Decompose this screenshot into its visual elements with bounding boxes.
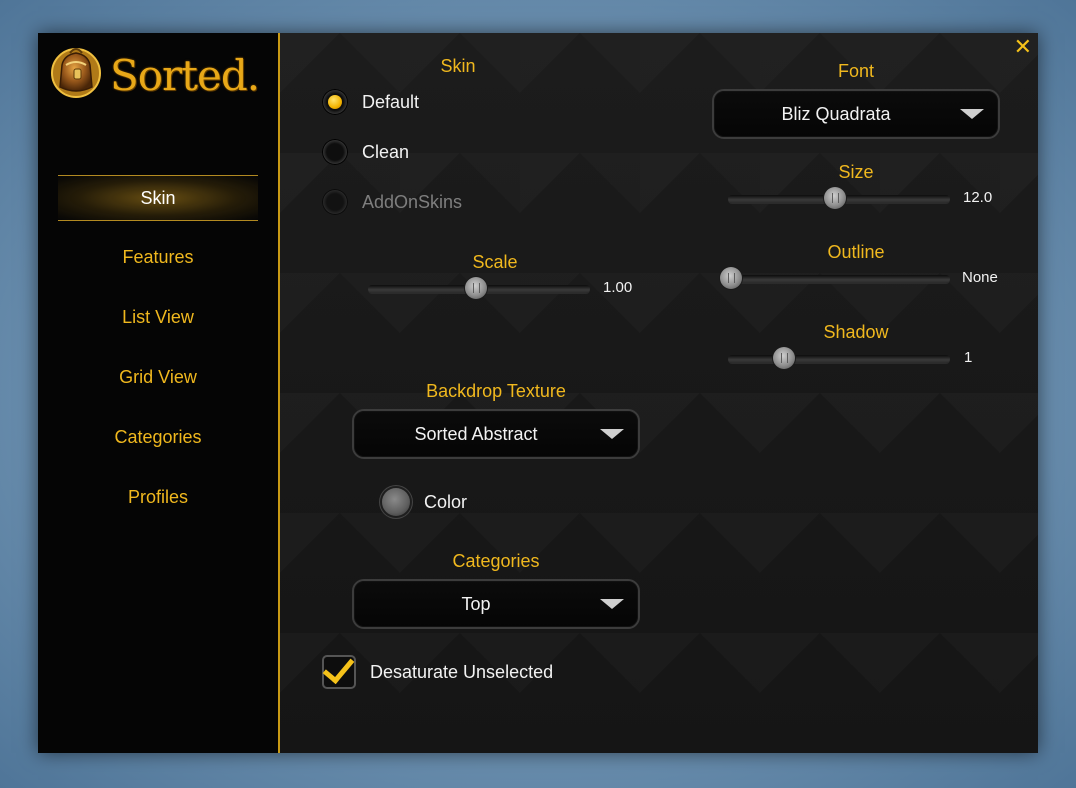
scale-label: Scale: [472, 252, 518, 272]
skin-option-label: Default: [362, 91, 420, 112]
shadow-slider-track[interactable]: [728, 355, 950, 363]
dropdown-value: Sorted Abstract: [414, 424, 538, 444]
logo-text: Sorted.: [110, 51, 260, 100]
outline-slider-thumb[interactable]: [720, 267, 742, 289]
outline-value: None: [962, 269, 998, 286]
desaturate-label: Desaturate Unselected: [370, 661, 554, 682]
radio-button[interactable]: [322, 139, 348, 165]
outline-slider-track[interactable]: [728, 275, 950, 283]
font-dropdown[interactable]: Bliz Quadrata: [712, 89, 1000, 139]
font-label: Font: [837, 61, 875, 81]
color-swatch[interactable]: [382, 488, 410, 516]
categories-dropdown[interactable]: Top: [352, 579, 640, 629]
skin-option-default[interactable]: Default: [322, 86, 419, 118]
chevron-down-icon: [960, 109, 984, 119]
dropdown-value: Top: [461, 594, 491, 614]
size-label: Size: [838, 162, 874, 182]
desaturate-unselected-checkbox[interactable]: Desaturate Unselected: [322, 650, 554, 690]
close-icon[interactable]: ✕: [1014, 35, 1032, 60]
checkmark-icon: [322, 650, 355, 685]
chevron-down-icon: [600, 429, 624, 439]
sidebar: Sorted. Skin Features List View Grid Vie…: [38, 33, 278, 753]
sidebar-item-list-view[interactable]: List View: [58, 295, 258, 339]
sidebar-item-features[interactable]: Features: [58, 235, 258, 279]
skin-option-clean[interactable]: Clean: [322, 136, 409, 168]
backdrop-texture-label: Backdrop Texture: [426, 381, 566, 401]
skin-title: Skin: [440, 56, 476, 76]
scale-value: 1.00: [603, 279, 633, 296]
sidebar-item-skin[interactable]: Skin: [58, 175, 258, 221]
categories-label: Categories: [452, 551, 540, 571]
app-logo: Sorted.: [50, 41, 260, 101]
chevron-down-icon: [600, 599, 624, 609]
skin-option-addonskins: AddOnSkins: [322, 186, 462, 218]
bag-icon: [51, 48, 101, 98]
outline-label: Outline: [827, 242, 885, 262]
shadow-label: Shadow: [823, 322, 889, 342]
skin-option-label: Clean: [362, 141, 410, 162]
main-panel: ✕ Skin Default Clean AddOnSkins Scale 1.…: [280, 33, 1038, 753]
settings-window: Sorted. Skin Features List View Grid Vie…: [38, 33, 1038, 753]
size-value: 12.0: [963, 189, 993, 206]
skin-option-label: AddOnSkins: [362, 191, 463, 212]
sidebar-item-grid-view[interactable]: Grid View: [58, 355, 258, 399]
scale-slider-thumb[interactable]: [465, 277, 487, 299]
shadow-slider-thumb[interactable]: [773, 347, 795, 369]
radio-button[interactable]: [322, 89, 348, 115]
checkbox[interactable]: [322, 650, 356, 689]
shadow-value: 1: [964, 349, 973, 366]
radio-button: [322, 189, 348, 215]
sidebar-item-categories[interactable]: Categories: [58, 415, 258, 459]
dropdown-value: Bliz Quadrata: [781, 104, 891, 124]
backdrop-texture-dropdown[interactable]: Sorted Abstract: [352, 409, 640, 459]
radio-selected-dot: [328, 95, 342, 109]
color-picker[interactable]: Color: [382, 486, 467, 518]
size-slider-thumb[interactable]: [824, 187, 846, 209]
sidebar-item-profiles[interactable]: Profiles: [58, 475, 258, 519]
color-label: Color: [424, 491, 468, 512]
